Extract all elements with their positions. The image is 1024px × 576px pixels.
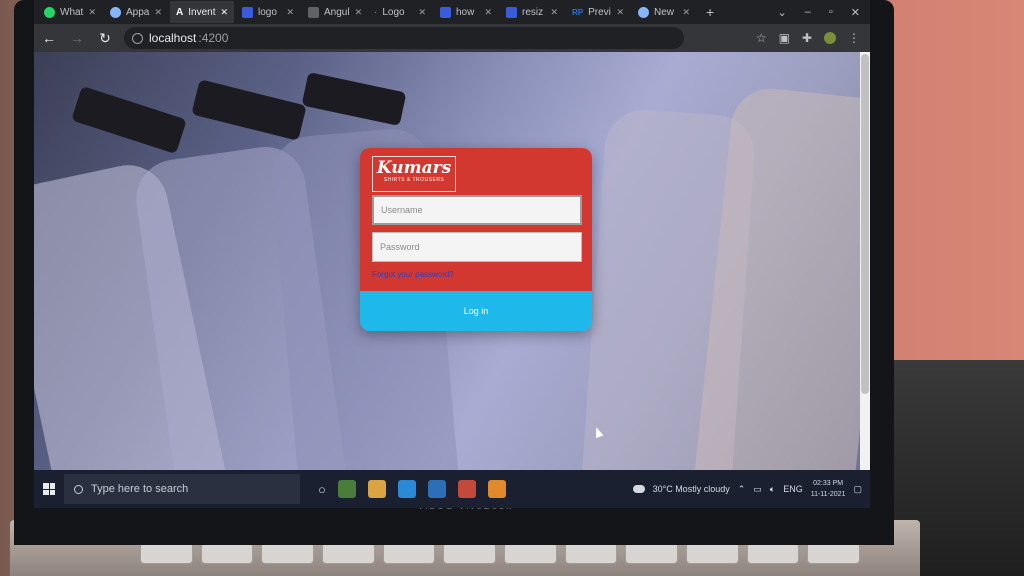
browser-toolbar: ← → ↻ localhost :4200 ☆ ▣ ✚ ⋮	[34, 24, 870, 52]
brand-logo: Kumars SHIRTS & TROUSERS	[372, 156, 456, 192]
angular-icon: A	[176, 6, 184, 18]
rp-icon: RP	[572, 7, 584, 17]
forgot-password-link[interactable]: Forgot your password?	[372, 270, 454, 279]
forward-button[interactable]: →	[68, 30, 86, 46]
address-port: :4200	[198, 31, 229, 45]
w-icon	[242, 6, 253, 18]
network-icon[interactable]: ▭	[753, 484, 762, 495]
task-view-icon[interactable]: ○	[318, 482, 326, 497]
tab-inventory[interactable]: A Invent ✕	[170, 1, 234, 23]
address-bar[interactable]: localhost :4200	[124, 27, 684, 49]
media-player-icon[interactable]	[487, 480, 506, 498]
visual-studio-icon[interactable]	[457, 480, 476, 498]
background-hanger	[191, 79, 307, 141]
profile-avatar[interactable]	[824, 32, 836, 44]
star-icon[interactable]: ☆	[756, 31, 767, 45]
vscode-icon[interactable]	[397, 480, 416, 498]
background-hanger	[301, 71, 407, 127]
file-explorer-icon[interactable]	[367, 480, 386, 498]
close-icon[interactable]: ✕	[355, 7, 363, 18]
close-icon[interactable]: ✕	[550, 7, 558, 18]
taskbar-search-placeholder: Type here to search	[91, 483, 189, 495]
address-host: localhost	[149, 31, 197, 45]
puzzle-icon[interactable]: ✚	[802, 31, 812, 45]
close-icon[interactable]: ✕	[154, 7, 162, 18]
maximize-icon[interactable]: ▫	[829, 6, 833, 19]
chrome-icon[interactable]	[337, 480, 356, 498]
page-scrollbar[interactable]	[860, 52, 870, 470]
login-button[interactable]: Log in	[360, 291, 592, 331]
clock-date: 11-11-2021	[810, 491, 846, 498]
close-window-icon[interactable]: ✕	[851, 6, 860, 19]
windows-icon	[43, 483, 55, 495]
photos-icon[interactable]	[427, 480, 446, 498]
globe-icon	[638, 6, 649, 18]
page-icon	[308, 6, 319, 18]
clock[interactable]: 02:33 PM 11-11-2021	[811, 478, 846, 500]
tab-new[interactable]: New ✕	[632, 1, 696, 23]
login-card: Kumars SHIRTS & TROUSERS Forgot your pas…	[360, 148, 592, 331]
login-form-panel: Kumars SHIRTS & TROUSERS Forgot your pas…	[360, 148, 592, 291]
new-tab-button[interactable]: +	[698, 4, 722, 20]
close-icon[interactable]: ✕	[88, 7, 96, 18]
close-icon[interactable]: ✕	[616, 7, 624, 18]
tab-preview[interactable]: RP Previ ✕	[566, 1, 630, 23]
clock-time: 02:33 PM	[813, 480, 844, 487]
tab-angular[interactable]: Angul ✕	[302, 1, 366, 23]
page-viewport: Kumars SHIRTS & TROUSERS Forgot your pas…	[34, 52, 870, 470]
taskbar-apps: ○	[318, 480, 506, 498]
brand-tagline: SHIRTS & TROUSERS	[383, 177, 445, 183]
username-input[interactable]	[372, 195, 582, 225]
screen: What ✕ Appa ✕ A Invent ✕ logo ✕ Angul ✕ · Log…	[34, 0, 870, 508]
browser-tab-strip: What ✕ Appa ✕ A Invent ✕ logo ✕ Angul ✕ · Log…	[34, 0, 870, 24]
reload-button[interactable]: ↻	[96, 30, 114, 47]
password-input[interactable]	[372, 232, 582, 262]
close-icon[interactable]: ✕	[484, 7, 492, 18]
chevron-up-icon[interactable]: ⌃	[738, 484, 746, 495]
whatsapp-icon	[44, 6, 55, 18]
language-indicator[interactable]: ENG	[783, 484, 803, 494]
background-hanger	[71, 85, 187, 155]
tab-appa[interactable]: Appa ✕	[104, 1, 168, 23]
windows-taskbar: Type here to search ○ 30°C Mostly cloudy…	[34, 470, 870, 508]
brand-name: Kumars	[376, 158, 452, 178]
notification-icon[interactable]: ▢	[853, 484, 862, 495]
minimize-icon[interactable]: –	[805, 6, 811, 19]
close-icon[interactable]: ✕	[418, 7, 426, 18]
system-tray: 30°C Mostly cloudy ⌃ ▭ 🔈︎ ENG 02:33 PM 1…	[632, 478, 870, 500]
taskbar-search[interactable]: Type here to search	[64, 474, 300, 504]
tab-logo[interactable]: logo ✕	[236, 1, 300, 23]
dot-icon: ·	[374, 6, 378, 18]
tab-how[interactable]: how ✕	[434, 1, 498, 23]
window-controls: ⌄ – ▫ ✕	[778, 6, 870, 19]
close-icon[interactable]: ✕	[682, 7, 690, 18]
w-icon	[440, 6, 451, 18]
w-icon	[506, 6, 517, 18]
tab-logo-2[interactable]: · Logo ✕	[368, 1, 432, 23]
tab-whatsapp[interactable]: What ✕	[38, 1, 102, 23]
extension-icon[interactable]: ▣	[779, 31, 790, 45]
weather-status[interactable]: 30°C Mostly cloudy	[653, 484, 730, 494]
chevron-down-icon[interactable]: ⌄	[778, 6, 787, 19]
globe-icon	[110, 6, 121, 18]
tab-resize[interactable]: resiz ✕	[500, 1, 564, 23]
toolbar-actions: ☆ ▣ ✚ ⋮	[756, 31, 870, 45]
back-button[interactable]: ←	[40, 30, 58, 46]
search-icon	[74, 484, 83, 494]
start-button[interactable]	[34, 470, 64, 508]
info-icon[interactable]	[132, 32, 143, 44]
close-icon[interactable]: ✕	[220, 7, 228, 18]
menu-icon[interactable]: ⋮	[848, 31, 860, 45]
close-icon[interactable]: ✕	[286, 7, 294, 18]
cloud-icon	[632, 485, 645, 493]
volume-icon[interactable]: 🔈︎	[770, 484, 775, 495]
